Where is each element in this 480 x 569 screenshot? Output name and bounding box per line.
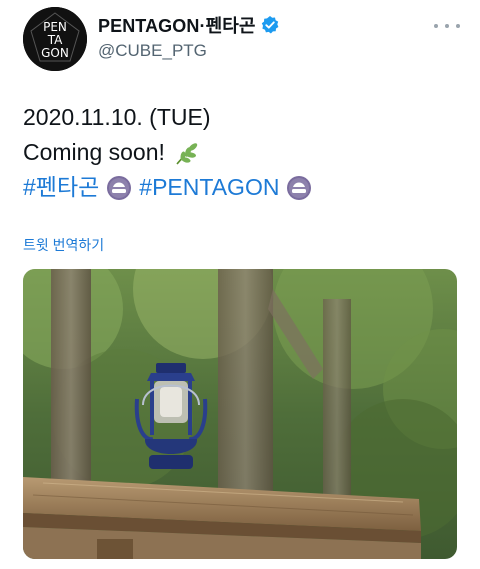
pentagon-hashflag-icon: [106, 175, 132, 201]
verified-badge-icon: [260, 15, 280, 35]
author-block: PENTAGON·펜타곤 @CUBE_PTG: [98, 13, 280, 61]
tweet-text: 2020.11.10. (TUE) Coming soon! #펜타곤 #PEN…: [23, 100, 319, 205]
tweet-media-photo[interactable]: [23, 269, 457, 559]
hashtag-link-english[interactable]: #PENTAGON: [139, 170, 279, 205]
dot: [445, 24, 449, 28]
svg-text:TA: TA: [47, 33, 63, 47]
tweet-hashtag-line: #펜타곤 #PENTAGON: [23, 170, 319, 205]
profile-avatar[interactable]: PEN TA GON: [23, 7, 87, 71]
hashtag-link-korean[interactable]: #펜타곤: [23, 170, 99, 205]
tweet-date-text: 2020.11.10. (TUE): [23, 104, 211, 130]
translate-tweet-link[interactable]: 트윗 번역하기: [23, 235, 104, 255]
pentagon-hashflag-icon: [286, 175, 312, 201]
dot: [434, 24, 438, 28]
herb-leaf-emoji-icon: [173, 141, 201, 165]
svg-text:PEN: PEN: [43, 20, 67, 34]
svg-text:GON: GON: [41, 46, 69, 60]
display-name[interactable]: PENTAGON·펜타곤: [98, 12, 256, 38]
coming-soon-text: Coming soon!: [23, 139, 165, 165]
more-options-icon[interactable]: [434, 16, 460, 36]
user-handle[interactable]: @CUBE_PTG: [98, 41, 280, 61]
dot: [456, 24, 460, 28]
tweet-coming-soon-line: Coming soon!: [23, 135, 319, 170]
tweet-date-line: 2020.11.10. (TUE): [23, 100, 319, 135]
display-name-row: PENTAGON·펜타곤: [98, 13, 280, 37]
